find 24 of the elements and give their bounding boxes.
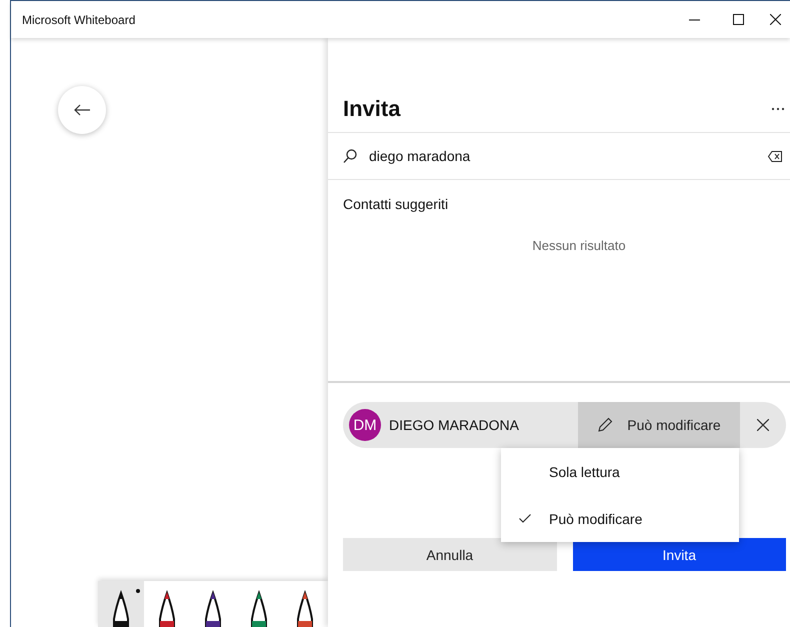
pencil-icon [597, 417, 614, 433]
invitee-name: DIEGO MARADONA [389, 417, 520, 433]
panel-title: Invita [343, 96, 402, 122]
permission-button[interactable]: Può modificare [578, 402, 740, 448]
invite-button[interactable]: Invita [572, 538, 786, 571]
more-icon [771, 107, 785, 111]
pen-tool[interactable] [98, 581, 144, 627]
backspace-icon [768, 150, 782, 162]
empty-message: Nessun risultato [531, 238, 627, 253]
maximize-icon [732, 14, 744, 25]
section-heading: Contatti suggeriti [343, 196, 450, 212]
pen-tool[interactable] [282, 581, 328, 627]
pen-tool[interactable] [144, 581, 190, 627]
search-field[interactable]: diego maradona [369, 148, 766, 164]
menu-item[interactable]: Sola lettura [501, 448, 739, 495]
window-title: Microsoft Whiteboard [22, 12, 136, 26]
close-icon [757, 419, 769, 431]
avatar: DM [349, 409, 381, 441]
cancel-button[interactable]: Annulla [343, 538, 556, 571]
clear-search-button[interactable] [766, 148, 784, 164]
selected-dot-icon [136, 589, 140, 593]
close-icon [770, 14, 780, 25]
back-arrow-icon [74, 104, 90, 116]
search-icon [343, 148, 357, 164]
